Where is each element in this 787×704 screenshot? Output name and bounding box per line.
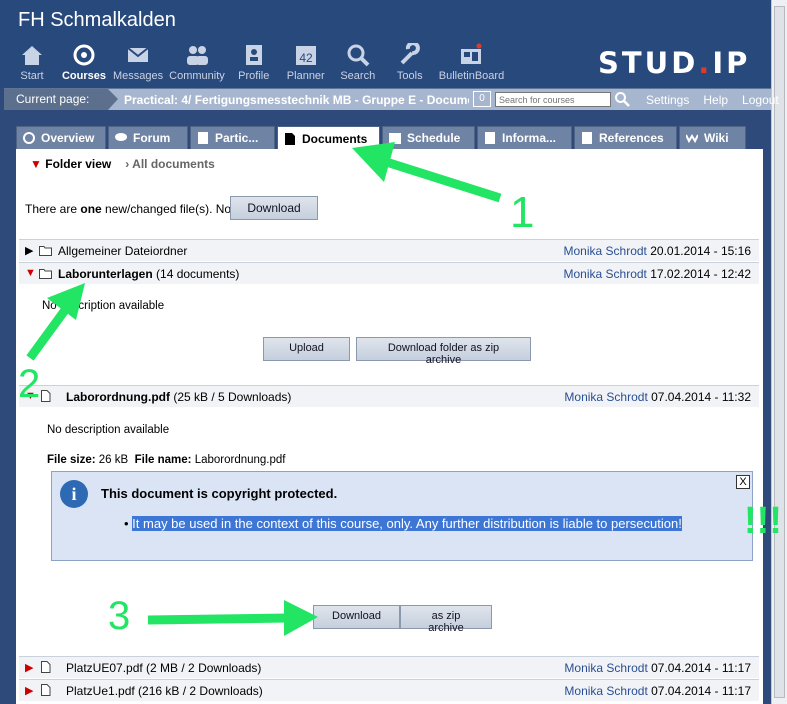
arrow-3-head — [284, 600, 318, 636]
annotation-arrows — [26, 142, 502, 636]
arrow-2-shaft — [26, 303, 72, 361]
arrow-1-shaft — [378, 155, 502, 203]
arrow-1-head — [352, 142, 395, 182]
arrow-3-shaft — [147, 613, 289, 625]
